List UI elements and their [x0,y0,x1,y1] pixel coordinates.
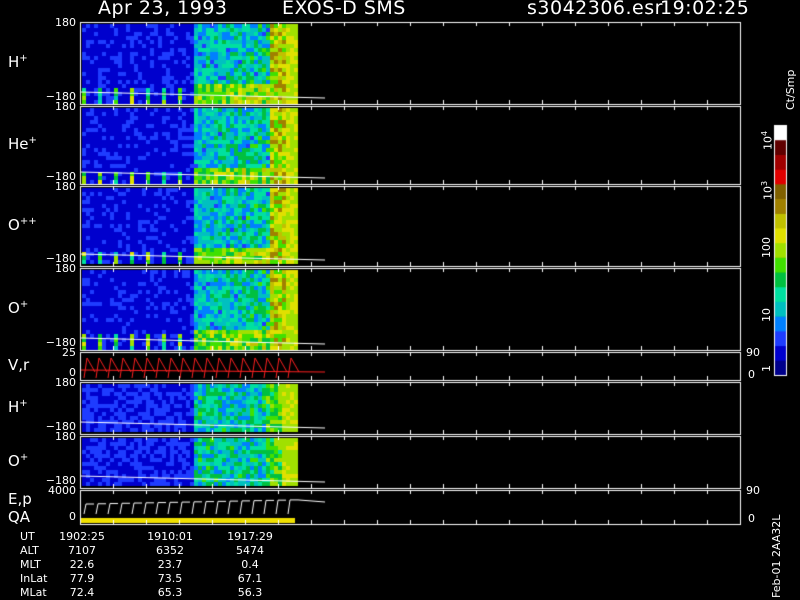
panel-label-he-plus: He+ [8,135,37,153]
y-tick-top: 25 [62,346,76,359]
time-axis-value: 67.1 [237,572,263,585]
panel-label-h-plus-2: H+ [8,398,28,416]
time-axis-value: 72.4 [69,586,95,599]
panel-label-vr: V,r [8,356,30,374]
time-axis-value: 1917:29 [227,530,273,543]
date-title: Apr 23, 1993 [98,0,228,19]
footer-stamp: Feb-01 2AA32L [770,514,783,598]
right-tick-bottom: 0 [748,512,755,525]
header-time: 19:02:25 [660,0,750,19]
y-tick-top: 4000 [48,484,76,497]
colorbar-title: Ct/Smp [784,69,797,110]
time-axis-value: 1902:25 [59,530,105,543]
time-axis-label: MLT [20,558,41,571]
right-tick-top: 90 [746,346,760,359]
time-axis-value: 23.7 [157,558,183,571]
colorbar-tick: 100 [760,237,773,258]
instrument-title: EXOS-D SMS [282,0,406,19]
right-tick-bottom: 0 [748,368,755,381]
y-tick-top: 180 [55,180,76,193]
time-axis-value: 77.9 [69,572,95,585]
time-axis-value: 7107 [68,544,96,557]
y-tick-top: 180 [55,16,76,29]
y-tick-top: 180 [55,100,76,113]
time-axis-value: 1910:01 [147,530,193,543]
time-axis-label: InLat [20,572,48,585]
panel-label-o-plus-2: O+ [8,452,29,470]
time-axis-label: MLat [20,586,47,599]
panel-label-h-plus-1: H+ [8,53,28,71]
time-axis-value: 65.3 [157,586,183,599]
y-tick-top: 180 [55,376,76,389]
panel-label-qa: QA [8,508,31,526]
panel-label-o-plus-1: O+ [8,299,29,317]
y-tick-bottom: 0 [69,510,76,523]
time-axis-value: 0.4 [241,558,259,571]
colorbar-tick: 103 [760,180,775,200]
time-axis-value: 5474 [236,544,264,557]
spectrogram-canvas [0,0,800,600]
y-tick-top: 180 [55,262,76,275]
time-axis-value: 56.3 [237,586,263,599]
time-axis-value: 6352 [156,544,184,557]
time-axis-label: UT [20,530,35,543]
panel-label-o-plus-plus: O++ [8,216,37,234]
panel-label-ep: E,p [8,490,32,508]
right-tick-top: 90 [746,484,760,497]
colorbar-tick: 1 [760,365,773,372]
time-axis-label: ALT [20,544,39,557]
colorbar-tick: 104 [760,130,775,150]
colorbar-tick: 10 [760,308,773,322]
y-tick-top: 180 [55,430,76,443]
time-axis-value: 73.5 [157,572,183,585]
file-name: s3042306.esr [527,0,663,19]
time-axis-value: 22.6 [69,558,95,571]
